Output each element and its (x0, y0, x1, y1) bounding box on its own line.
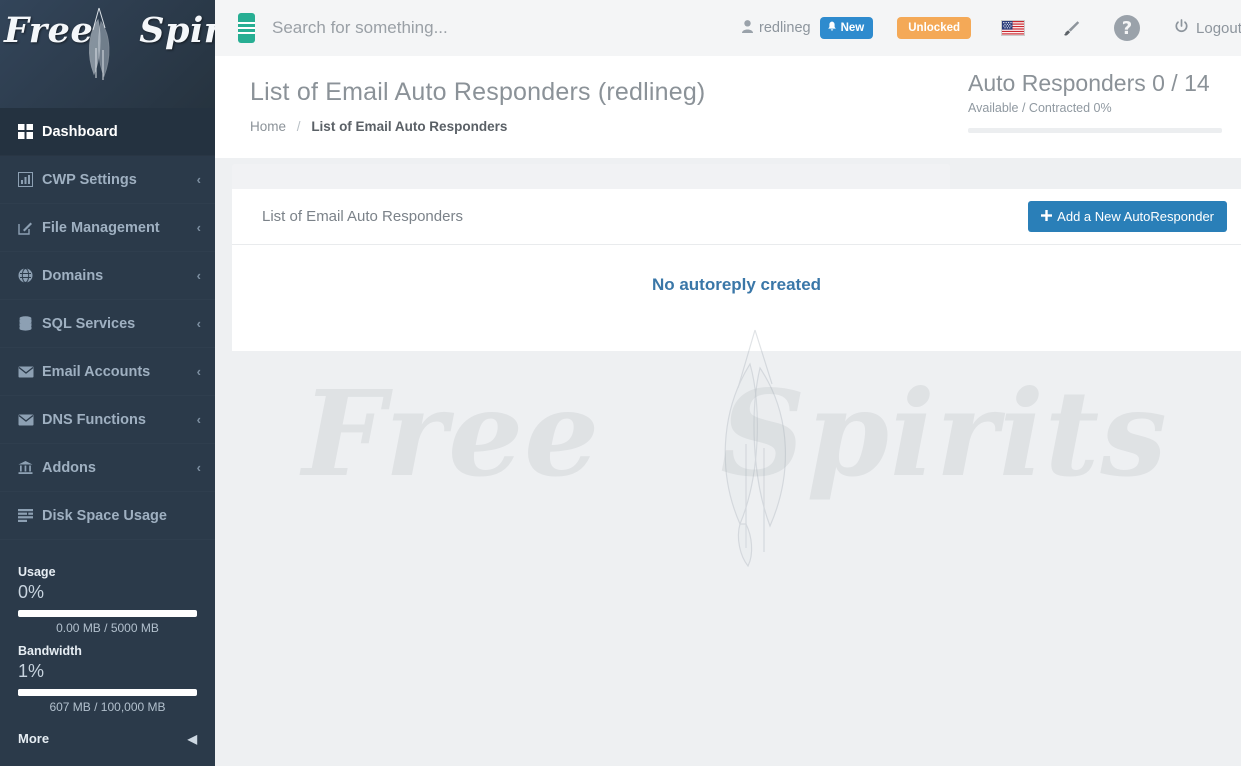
breadcrumb-current: List of Email Auto Responders (311, 119, 508, 134)
question-circle-icon[interactable]: ? (1114, 15, 1141, 41)
top-bar-actions: redlineg New Unlocked ? Logout (742, 15, 1241, 41)
chevron-left-icon: ‹ (196, 268, 201, 283)
sidebar-item-label: CWP Settings (42, 171, 137, 188)
stat-panel-title: Auto Responders 0 / 14 (968, 70, 1210, 96)
card-title: List of Email Auto Responders (262, 208, 463, 225)
usage-detail: 0.00 MB / 5000 MB (56, 621, 159, 635)
database-icon (18, 316, 42, 331)
chevron-left-icon: ◀ (187, 731, 197, 746)
chevron-left-icon: ‹ (196, 460, 201, 475)
envelope-icon (18, 414, 42, 426)
empty-state-message: No autoreply created (651, 275, 822, 294)
bandwidth-label: Bandwidth (18, 644, 82, 658)
us-flag-icon[interactable] (1001, 20, 1026, 36)
sidebar-item-addons[interactable]: Addons ‹ (0, 444, 215, 492)
sidebar-item-cwp-settings[interactable]: CWP Settings ‹ (0, 156, 215, 204)
sidebar-divider (0, 540, 215, 551)
sidebar-more-toggle[interactable]: More ◀ (0, 723, 215, 746)
background-watermark: Free Spirits (275, 324, 1195, 574)
bandwidth-percent: 1% (18, 661, 45, 681)
watermark-text: Free Spirits (275, 364, 1195, 503)
brand-logo-word1: Free (4, 10, 94, 51)
bell-icon (827, 21, 837, 35)
sidebar-item-label: Addons (42, 459, 96, 476)
sidebar-item-disk-space-usage[interactable]: Disk Space Usage (0, 492, 215, 540)
sidebar-usage-stats: Usage 0% 0.00 MB / 5000 MB Bandwidth 1% … (0, 551, 215, 714)
logout-label: Logout (1196, 19, 1241, 37)
power-icon (1174, 18, 1189, 38)
user-name: redlineg (759, 20, 811, 36)
dashboard-grid-icon (18, 124, 42, 139)
bank-columns-icon (18, 460, 42, 475)
auto-responders-card: List of Email Auto Responders Add a New … (232, 189, 1241, 351)
sidebar-item-dashboard[interactable]: Dashboard (0, 108, 215, 156)
chevron-left-icon: ‹ (196, 316, 201, 331)
sidebar-item-domains[interactable]: Domains ‹ (0, 252, 215, 300)
watermark-word2: Spirits (720, 364, 1168, 503)
more-label: More (18, 731, 50, 746)
sidebar-item-label: DNS Functions (42, 411, 146, 428)
breadcrumb-separator: / (296, 119, 301, 134)
sidebar-item-label: File Management (42, 219, 160, 236)
globe-icon (18, 268, 42, 283)
search-input[interactable] (272, 18, 742, 38)
user-icon (742, 20, 753, 36)
bar-chart-icon (18, 172, 42, 187)
new-badge-label: New (840, 22, 865, 34)
page-header: List of Email Auto Responders (redlineg)… (215, 56, 1241, 158)
plus-icon (1041, 209, 1053, 224)
usage-label: Usage (18, 565, 56, 579)
sidebar-nav: Dashboard CWP Settings ‹ File Management… (0, 108, 215, 540)
sidebar-item-label: Disk Space Usage (42, 507, 167, 524)
hamburger-icon[interactable] (238, 13, 255, 43)
main-content: List of Email Auto Responders (redlineg)… (215, 56, 1241, 766)
breadcrumb-home[interactable]: Home (250, 119, 286, 134)
envelope-icon (18, 366, 42, 378)
status-badge[interactable]: Unlocked (897, 17, 972, 39)
sidebar-item-label: Dashboard (42, 123, 118, 140)
card-body: No autoreply created (232, 245, 1241, 350)
brand-logo-text: Free Spirits (4, 10, 215, 51)
usage-percent: 0% (18, 582, 45, 602)
usage-progress-bar (18, 610, 197, 617)
sidebar-item-email-accounts[interactable]: Email Accounts ‹ (0, 348, 215, 396)
new-notifications-badge[interactable]: New (819, 17, 874, 39)
brand-logo[interactable]: Free Spirits (0, 0, 215, 108)
watermark-feather-icon (724, 329, 786, 568)
top-bar: redlineg New Unlocked (215, 0, 1241, 56)
sidebar-item-dns-functions[interactable]: DNS Functions ‹ (0, 396, 215, 444)
unlocked-badge-label: Unlocked (908, 22, 961, 34)
brand-logo-word2: Spirits (139, 10, 215, 51)
sidebar-item-label: SQL Services (42, 315, 136, 332)
add-autoresponder-label: Add a New AutoResponder (1057, 209, 1214, 224)
paintbrush-icon[interactable] (1061, 18, 1082, 39)
watermark-word1: Free (302, 364, 601, 503)
logout-button[interactable]: Logout (1174, 18, 1241, 38)
card-header: List of Email Auto Responders Add a New … (232, 189, 1241, 245)
sidebar-item-label: Domains (42, 267, 104, 284)
chevron-left-icon: ‹ (196, 172, 201, 187)
add-autoresponder-button[interactable]: Add a New AutoResponder (1028, 201, 1227, 232)
edit-square-icon (18, 220, 42, 235)
auto-responders-stat-panel: Auto Responders 0 / 14 Available / Contr… (968, 56, 1241, 133)
user-menu[interactable]: redlineg (742, 20, 811, 36)
stat-panel-subtitle: Available / Contracted 0% (968, 101, 1112, 115)
card-tab-strip (232, 164, 950, 189)
stat-panel-progress-bar (968, 128, 1222, 133)
sidebar-item-sql-services[interactable]: SQL Services ‹ (0, 300, 215, 348)
list-rows-icon (18, 509, 42, 522)
sidebar-item-label: Email Accounts (42, 363, 151, 380)
sidebar: Free Spirits Dashboard CWP Settings ‹ (0, 0, 215, 766)
bandwidth-progress-bar (18, 689, 197, 696)
sidebar-item-file-management[interactable]: File Management ‹ (0, 204, 215, 252)
chevron-left-icon: ‹ (196, 412, 201, 427)
bandwidth-detail: 607 MB / 100,000 MB (49, 700, 166, 714)
chevron-left-icon: ‹ (196, 220, 201, 235)
chevron-left-icon: ‹ (196, 364, 201, 379)
